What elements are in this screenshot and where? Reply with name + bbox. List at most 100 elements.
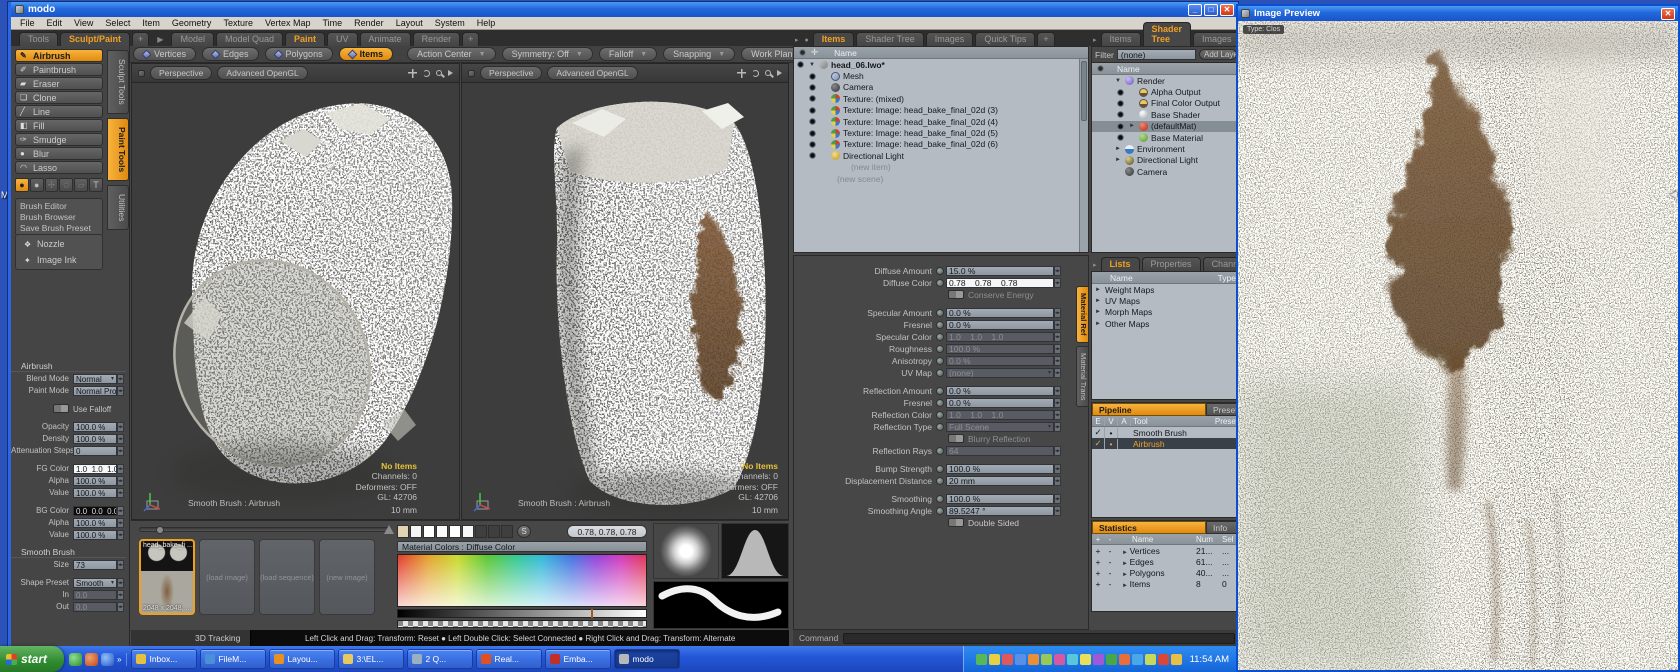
shader-layer-row[interactable]: Alpha Output bbox=[1092, 86, 1240, 97]
shader-layer-row[interactable]: ► (defaultMat) bbox=[1092, 121, 1240, 132]
tree-twirl-icon[interactable]: ► bbox=[1122, 550, 1130, 556]
stepper-buttons[interactable]: ◂▸ bbox=[1054, 368, 1061, 378]
sidebar-vertical-tab[interactable]: Utilities bbox=[107, 185, 129, 230]
tree-twirl-icon[interactable]: ▼ bbox=[808, 62, 816, 68]
item-row[interactable]: Texture: (mixed) bbox=[794, 93, 1088, 104]
slider-handle[interactable] bbox=[156, 526, 164, 534]
stepper-buttons[interactable]: ◂▸ bbox=[117, 560, 124, 570]
brush-tip-text[interactable]: T bbox=[89, 178, 103, 192]
visibility-eye-icon[interactable] bbox=[796, 60, 805, 69]
property-value[interactable]: Use Falloff bbox=[51, 404, 113, 414]
taskbar-task-button[interactable]: Real... bbox=[476, 649, 542, 669]
menu-item[interactable]: Vertex Map bbox=[260, 18, 316, 28]
preview-close-button[interactable]: ✕ bbox=[1661, 8, 1675, 20]
property-value[interactable]: 1.0 1.0 1.0 bbox=[946, 332, 1054, 342]
tree-twirl-icon[interactable]: ► bbox=[1122, 561, 1130, 567]
viewport-corner-widget[interactable] bbox=[138, 70, 145, 77]
menu-item[interactable]: System bbox=[430, 18, 470, 28]
color-swatch-empty[interactable] bbox=[488, 525, 500, 538]
menu-item[interactable]: View bbox=[69, 18, 98, 28]
vertex-map-group-row[interactable]: ► Other Maps bbox=[1092, 318, 1240, 329]
item-row[interactable]: (new scene) bbox=[794, 173, 1088, 184]
brush-tip-round[interactable]: ● bbox=[15, 178, 29, 192]
visibility-eye-icon[interactable] bbox=[808, 72, 817, 81]
property-value[interactable]: 0.78 0.78 0.78 bbox=[946, 278, 1054, 288]
material-section-tab[interactable]: Material Ref bbox=[1076, 286, 1089, 343]
item-row[interactable]: Mesh bbox=[794, 70, 1088, 81]
rotate-icon[interactable] bbox=[423, 70, 430, 77]
tool-button[interactable]: ◠ Lasso bbox=[15, 161, 103, 174]
viewport-layout-tab[interactable]: Paint bbox=[285, 32, 325, 46]
stepper-buttons[interactable]: ◂▸ bbox=[1054, 386, 1061, 396]
stepper-buttons[interactable]: ◂▸ bbox=[1054, 398, 1061, 408]
paint-extra-tool[interactable]: ❖ Nozzle bbox=[20, 238, 98, 250]
property-value[interactable]: 89.5247 ° bbox=[946, 506, 1054, 516]
property-value[interactable]: 15.0 % bbox=[946, 266, 1054, 276]
property-value[interactable]: 0 bbox=[73, 446, 117, 456]
stepper-buttons[interactable]: ◂▸ bbox=[1054, 410, 1061, 420]
item-row[interactable]: (new item) bbox=[794, 162, 1088, 173]
item-row[interactable]: Camera bbox=[794, 82, 1088, 93]
visibility-eye-icon[interactable] bbox=[808, 117, 817, 126]
tree-twirl-icon[interactable]: ► bbox=[1094, 287, 1102, 293]
visibility-eye-icon[interactable] bbox=[808, 129, 817, 138]
property-value[interactable]: Full Scene bbox=[946, 422, 1054, 432]
statistics-tab[interactable]: Statistics bbox=[1092, 521, 1206, 534]
stepper-buttons[interactable]: ◂▸ bbox=[1054, 266, 1061, 276]
property-value[interactable]: 0.0 % bbox=[946, 398, 1054, 408]
shader-layer-row[interactable]: Camera bbox=[1092, 166, 1240, 177]
tray-icon[interactable] bbox=[1093, 654, 1104, 665]
envelope-knob-icon[interactable] bbox=[936, 399, 944, 407]
property-value[interactable]: 100.0 % bbox=[73, 434, 117, 444]
tray-icon[interactable] bbox=[1106, 654, 1117, 665]
stepper-buttons[interactable]: ◂▸ bbox=[117, 488, 124, 498]
envelope-knob-icon[interactable] bbox=[936, 465, 944, 473]
tray-icon[interactable] bbox=[989, 654, 1000, 665]
property-value[interactable]: Smooth bbox=[73, 578, 117, 588]
property-value[interactable]: 1.0 1.0 1.0 bbox=[73, 464, 117, 474]
pipeline-tool-row[interactable]: ✓ • Airbrush bbox=[1092, 438, 1240, 449]
zoom-icon[interactable] bbox=[436, 70, 442, 76]
item-row[interactable]: ▼ head_06.lwo* bbox=[794, 59, 1088, 70]
stepper-buttons[interactable]: ◂▸ bbox=[117, 590, 124, 600]
tool-button[interactable]: ✐ Paintbrush bbox=[15, 63, 103, 76]
panel-tab[interactable]: Shader Tree bbox=[1143, 22, 1192, 46]
visibility-eye-icon[interactable] bbox=[1116, 110, 1125, 119]
viewport-right[interactable]: Perspective Advanced OpenGL No Items Cha… bbox=[461, 63, 789, 520]
collapse-minus-icon[interactable]: - bbox=[1104, 557, 1116, 567]
shader-layer-row[interactable]: Base Shader bbox=[1092, 109, 1240, 120]
pipeline-tool-row[interactable]: ✓ • Smooth Brush bbox=[1092, 427, 1240, 438]
collapse-minus-icon[interactable]: - bbox=[1104, 546, 1116, 556]
vertex-map-group-row[interactable]: ► UV Maps bbox=[1092, 295, 1240, 306]
tab-scroll-arrow[interactable]: ▶ bbox=[157, 35, 163, 44]
envelope-knob-icon[interactable] bbox=[936, 477, 944, 485]
visibility-eye-icon[interactable] bbox=[808, 140, 817, 149]
property-value[interactable]: Normal Proj ... bbox=[73, 386, 117, 396]
tray-icon[interactable] bbox=[1158, 654, 1169, 665]
stepper-buttons[interactable]: ◂▸ bbox=[1054, 308, 1061, 318]
stepper-buttons[interactable]: ◂▸ bbox=[1054, 422, 1061, 432]
tray-icon[interactable] bbox=[1041, 654, 1052, 665]
panel-tab[interactable]: + bbox=[1037, 32, 1054, 46]
item-row[interactable]: Texture: Image: head_bake_final_02d (3) bbox=[794, 105, 1088, 116]
item-row[interactable]: Texture: Image: head_bake_final_02d (5) bbox=[794, 127, 1088, 138]
menu-item[interactable]: File bbox=[15, 18, 40, 28]
value-ramp[interactable] bbox=[397, 609, 647, 618]
property-value[interactable]: 100.0 % bbox=[73, 476, 117, 486]
property-value[interactable]: 0.0 % bbox=[946, 386, 1054, 396]
tree-twirl-icon[interactable]: ► bbox=[1128, 123, 1136, 129]
shader-layer-row[interactable]: Base Material bbox=[1092, 132, 1240, 143]
property-value[interactable]: 64 bbox=[946, 446, 1054, 456]
tool-button[interactable]: ❏ Clone bbox=[15, 91, 103, 104]
brush-tip-spray[interactable]: ✢ bbox=[45, 178, 59, 192]
tree-twirl-icon[interactable]: ► bbox=[1122, 583, 1130, 589]
statistics-row[interactable]: + - ► Vertices 21... ... bbox=[1092, 545, 1240, 556]
viewport-layout-tab[interactable]: Render bbox=[413, 32, 461, 46]
layout-tab[interactable]: Sculpt/Paint bbox=[60, 32, 130, 46]
toolbar-dropdown[interactable]: Symmetry: Off▼ bbox=[502, 47, 593, 61]
stepper-buttons[interactable]: ◂▸ bbox=[1054, 494, 1061, 504]
tray-icon[interactable] bbox=[1119, 654, 1130, 665]
property-value[interactable]: Blurry Reflection bbox=[946, 434, 1054, 444]
tool-button[interactable]: ● Blur bbox=[15, 147, 103, 160]
visibility-eye-icon[interactable] bbox=[808, 151, 817, 160]
